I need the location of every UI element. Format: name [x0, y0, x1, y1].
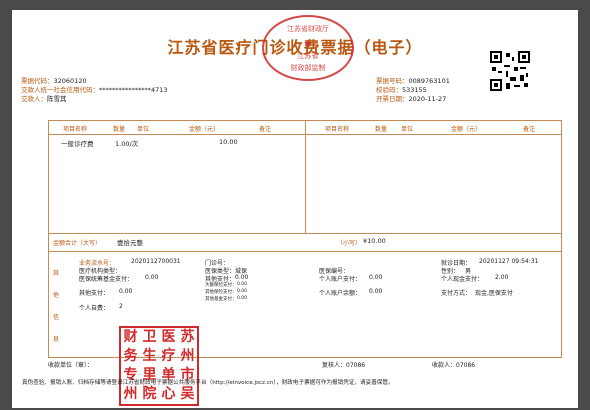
hospital-red-seal: 财卫医苏 务生疗州 专里单市 州院心吴 [119, 326, 199, 406]
issue-date-row: 开票日期：2020-11-27 [376, 95, 447, 103]
col-header-name-2: 项目名称 [325, 126, 350, 133]
total-lower-label: （小写） [337, 240, 362, 247]
invoice-number-row: 票据号码：0089763101 [376, 77, 450, 85]
col-header-name-1: 项目名称 [63, 126, 88, 133]
collector-row: 收款人：07086 [432, 362, 476, 369]
other-ins-label: 其他保险支付： [205, 290, 237, 295]
other-ins-value: 0.00 [237, 289, 248, 294]
receipt-page: 江苏省医疗门诊收费票据（电子） 江苏省财政厅 ★ 江苏省 财政部监制 票据代码：… [12, 10, 578, 408]
other-info-side-label: 其他信息 [53, 270, 60, 343]
check-code-row: 校验码：533155 [376, 86, 427, 94]
self-pay-value: 2 [119, 303, 123, 310]
fund-pay-label: 医保统筹基金支付： [79, 276, 134, 283]
col-header-amount-1: 金额（元） [189, 126, 220, 133]
payee-row: 收款单位（章）： [48, 362, 94, 369]
cash-pay-label: 个人现金支付： [441, 276, 484, 283]
other-fund2-label: 其他基金支付： [205, 297, 237, 302]
seal-star-icon: ★ [303, 37, 313, 50]
account-balance-label: 个人账户余额： [319, 290, 362, 297]
other-pay-label: 其他支付： [79, 290, 110, 297]
items-bottom-divider [49, 233, 561, 234]
col-header-unit-1: 单位 [137, 126, 150, 133]
total-divider [49, 251, 561, 252]
seal-middle-text: 江苏省 [297, 52, 319, 60]
col-header-qty-2: 数量 [375, 126, 388, 133]
big-ins-label: 大额保险支付： [205, 283, 237, 288]
reviewer-row: 复核人：07086 [322, 362, 366, 369]
other-fund-value: 0.00 [235, 274, 249, 281]
big-ins-value: 0.00 [237, 282, 248, 287]
serial-value: 2020112700031 [131, 258, 181, 265]
cash-pay-value: 2.00 [495, 274, 509, 281]
total-lower-value: ¥10.00 [363, 237, 386, 245]
header-left: 票据代码：32060120 交款人统一社会信用代码：**************… [21, 77, 168, 104]
seal-bottom-text: 财政部监制 [290, 64, 326, 72]
fund-pay-value: 0.00 [145, 274, 159, 281]
pay-mode-value: 现金,医保支付 [475, 290, 513, 297]
credit-code-row: 交款人统一社会信用代码：****************4713 [21, 86, 168, 94]
qr-code-icon [490, 51, 530, 91]
item-name: 一般诊疗费 [61, 140, 94, 148]
item-qty-unit: 1.00/次 [115, 140, 139, 148]
col-header-amount-2: 金额（元） [451, 126, 482, 133]
account-pay-label: 个人账户支付： [319, 276, 362, 283]
finance-seal: 江苏省财政厅 ★ 江苏省 财政部监制 [262, 15, 354, 81]
total-upper-value: 壹拾元整 [117, 239, 143, 247]
invoice-code-row: 票据代码：32060120 [21, 77, 87, 85]
self-pay-label: 个人自费： [79, 305, 110, 312]
col-header-remark-1: 备注 [259, 126, 272, 133]
visit-date-value: 20201127 09:54:31 [479, 258, 539, 265]
col-header-qty-1: 数量 [113, 126, 126, 133]
item-amount: 10.00 [219, 138, 238, 146]
col-header-unit-2: 单位 [401, 126, 414, 133]
column-divider [305, 121, 306, 233]
payer-row: 交款人：陈雪其 [21, 95, 67, 103]
other-fund2-value: 0.00 [237, 296, 248, 301]
account-balance-value: 0.00 [369, 288, 383, 295]
items-frame: 项目名称 数量 单位 金额（元） 备注 项目名称 数量 单位 金额（元） 备注 … [48, 120, 562, 358]
seal-top-text: 江苏省财政厅 [287, 25, 329, 33]
header-divider [49, 134, 561, 135]
account-pay-value: 0.00 [369, 274, 383, 281]
header-right: 票据号码：0089763101 校验码：533155 开票日期：2020-11-… [376, 77, 450, 104]
other-pay-value: 0.00 [119, 288, 133, 295]
total-upper-label: 金额合计（大写） [53, 240, 102, 247]
col-header-remark-2: 备注 [523, 126, 536, 133]
pay-mode-label: 支付方式： [441, 290, 472, 297]
footer-note: 真伪查验、报销入账、归档存储等请登录江苏省财政电子票据公共服务平台（http:/… [22, 380, 394, 386]
